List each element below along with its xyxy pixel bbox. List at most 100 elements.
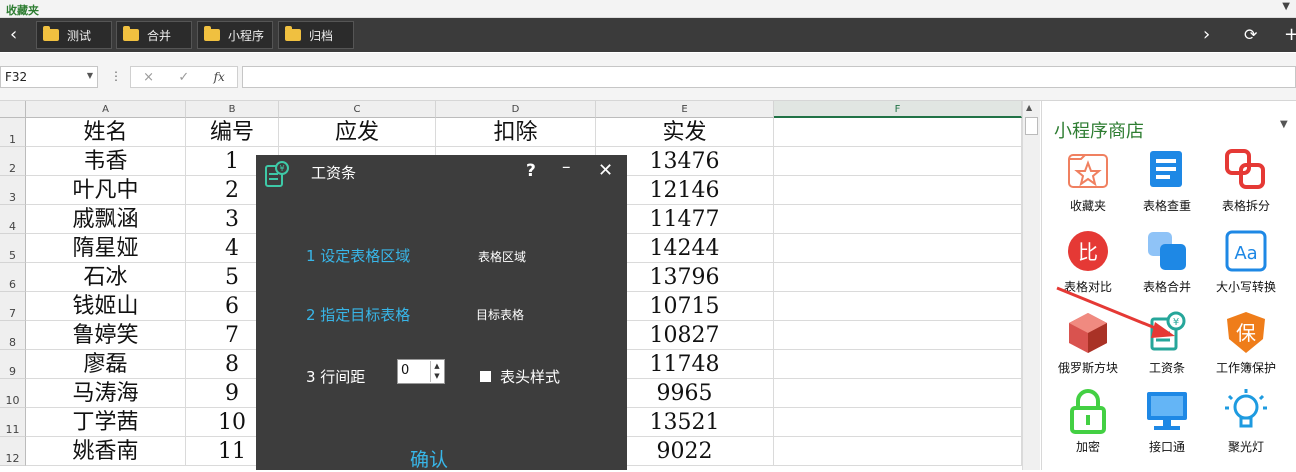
favorite-item-test[interactable]: 测试: [36, 21, 112, 49]
cancel-icon[interactable]: ×: [143, 70, 154, 85]
cell-f4[interactable]: [774, 205, 1022, 234]
cell-c1[interactable]: 应发: [279, 118, 436, 147]
cell-a2[interactable]: 韦香: [26, 147, 186, 176]
column-header-c[interactable]: C: [279, 101, 436, 118]
column-header-a[interactable]: A: [26, 101, 186, 118]
name-box-value: F32: [5, 70, 28, 84]
close-icon[interactable]: ✕: [598, 160, 613, 181]
doc-lines-icon: [1150, 151, 1182, 187]
store-app-label: 收藏夹: [1069, 199, 1106, 213]
folder-icon: [285, 26, 301, 41]
target-table-field[interactable]: 目标表格: [476, 306, 524, 323]
favorite-item-archive[interactable]: 归档: [278, 21, 354, 49]
store-app-label: 工资条: [1148, 361, 1185, 375]
favorite-item-miniprogram[interactable]: 小程序: [197, 21, 273, 49]
cell-a4[interactable]: 戚飘涵: [26, 205, 186, 234]
store-app-label: 聚光灯: [1227, 440, 1264, 454]
more-options-icon[interactable]: ⋮: [110, 69, 122, 83]
cell-f2[interactable]: [774, 147, 1022, 176]
column-header-d[interactable]: D: [436, 101, 596, 118]
vertical-scrollbar[interactable]: ▲: [1022, 101, 1040, 470]
store-app-label: 表格拆分: [1221, 199, 1270, 213]
folder-icon: [123, 26, 139, 41]
cell-b1[interactable]: 编号: [186, 118, 279, 147]
select-all-corner[interactable]: [0, 101, 26, 118]
store-app-10[interactable]: 接口通: [1122, 388, 1202, 464]
formula-input[interactable]: [242, 66, 1296, 88]
cell-f1[interactable]: [774, 118, 1022, 147]
cell-a12[interactable]: 姚香南: [26, 437, 186, 466]
row-header[interactable]: 6: [0, 263, 26, 292]
cell-f6[interactable]: [774, 263, 1022, 292]
store-app-11[interactable]: 聚光灯: [1201, 388, 1281, 464]
cell-a6[interactable]: 石冰: [26, 263, 186, 292]
cell-f12[interactable]: [774, 437, 1022, 466]
step3-label: 3 行间距: [306, 368, 366, 386]
cell-f8[interactable]: [774, 321, 1022, 350]
store-app-9[interactable]: 加密: [1043, 388, 1123, 464]
cell-f3[interactable]: [774, 176, 1022, 205]
cell-f7[interactable]: [774, 292, 1022, 321]
favorite-item-merge[interactable]: 合并: [116, 21, 192, 49]
store-app-1[interactable]: 表格查重: [1122, 147, 1202, 223]
cell-a3[interactable]: 叶凡中: [26, 176, 186, 205]
favorite-label: 测试: [67, 28, 92, 43]
monitor-icon: [1147, 392, 1187, 430]
chevron-down-icon[interactable]: ▼: [1282, 1, 1290, 12]
confirm-button[interactable]: 确认: [410, 445, 448, 472]
lock-icon: [1070, 389, 1106, 434]
store-app-label: 表格查重: [1142, 199, 1191, 213]
store-app-label: 工作簿保护: [1215, 361, 1276, 375]
cell-a9[interactable]: 廖磊: [26, 350, 186, 379]
help-icon[interactable]: ?: [526, 161, 536, 181]
column-header-b[interactable]: B: [186, 101, 279, 118]
stepper-arrows[interactable]: ▲ ▼: [430, 361, 443, 382]
cell-a5[interactable]: 隋星娅: [26, 234, 186, 263]
name-box[interactable]: F32 ▼: [0, 66, 98, 88]
cell-f10[interactable]: [774, 379, 1022, 408]
row-header[interactable]: 3: [0, 176, 26, 205]
cell-a7[interactable]: 钱姬山: [26, 292, 186, 321]
confirm-icon[interactable]: ✓: [178, 70, 189, 85]
row-header[interactable]: 2: [0, 147, 26, 176]
column-header-e[interactable]: E: [596, 101, 774, 118]
row-header[interactable]: 12: [0, 437, 26, 466]
plus-icon[interactable]: +: [1284, 24, 1296, 46]
cell-e1[interactable]: 实发: [596, 118, 774, 147]
cell-a11[interactable]: 丁学茜: [26, 408, 186, 437]
store-app-5[interactable]: Aa 大小写转换: [1201, 228, 1281, 304]
cell-a8[interactable]: 鲁婷笑: [26, 321, 186, 350]
chevron-left-icon[interactable]: ‹: [10, 24, 17, 46]
row-header[interactable]: 7: [0, 292, 26, 321]
column-header-f[interactable]: F: [774, 101, 1022, 118]
row-header[interactable]: 4: [0, 205, 26, 234]
cell-d1[interactable]: 扣除: [436, 118, 596, 147]
header-style-checkbox[interactable]: [480, 371, 491, 382]
payslip-logo-icon: ¥: [265, 161, 289, 187]
chevron-right-icon[interactable]: ›: [1203, 24, 1210, 46]
insert-function-icon[interactable]: fx: [214, 70, 225, 84]
refresh-icon[interactable]: ⟳: [1244, 24, 1257, 46]
cell-f5[interactable]: [774, 234, 1022, 263]
row-spacing-stepper[interactable]: 0 ▲ ▼: [397, 359, 445, 384]
row-header[interactable]: 8: [0, 321, 26, 350]
store-app-8[interactable]: 保 工作簿保护: [1201, 309, 1281, 385]
scroll-thumb[interactable]: [1025, 117, 1038, 135]
row-header[interactable]: 9: [0, 350, 26, 379]
row-header[interactable]: 1: [0, 118, 26, 147]
scroll-up-icon[interactable]: ▲: [1026, 103, 1032, 112]
cell-f9[interactable]: [774, 350, 1022, 379]
step1-label: 1 设定表格区域: [306, 247, 411, 265]
row-header[interactable]: 10: [0, 379, 26, 408]
chevron-down-icon[interactable]: ▼: [1280, 119, 1288, 130]
minimize-icon[interactable]: –: [562, 157, 571, 177]
store-app-2[interactable]: 表格拆分: [1201, 147, 1281, 223]
cell-a1[interactable]: 姓名: [26, 118, 186, 147]
cell-f11[interactable]: [774, 408, 1022, 437]
table-range-field[interactable]: 表格区域: [478, 248, 526, 265]
row-header[interactable]: 5: [0, 234, 26, 263]
store-app-0[interactable]: 收藏夹: [1043, 147, 1123, 223]
cell-a10[interactable]: 马涛海: [26, 379, 186, 408]
row-header[interactable]: 11: [0, 408, 26, 437]
chevron-down-icon[interactable]: ▼: [87, 71, 93, 80]
